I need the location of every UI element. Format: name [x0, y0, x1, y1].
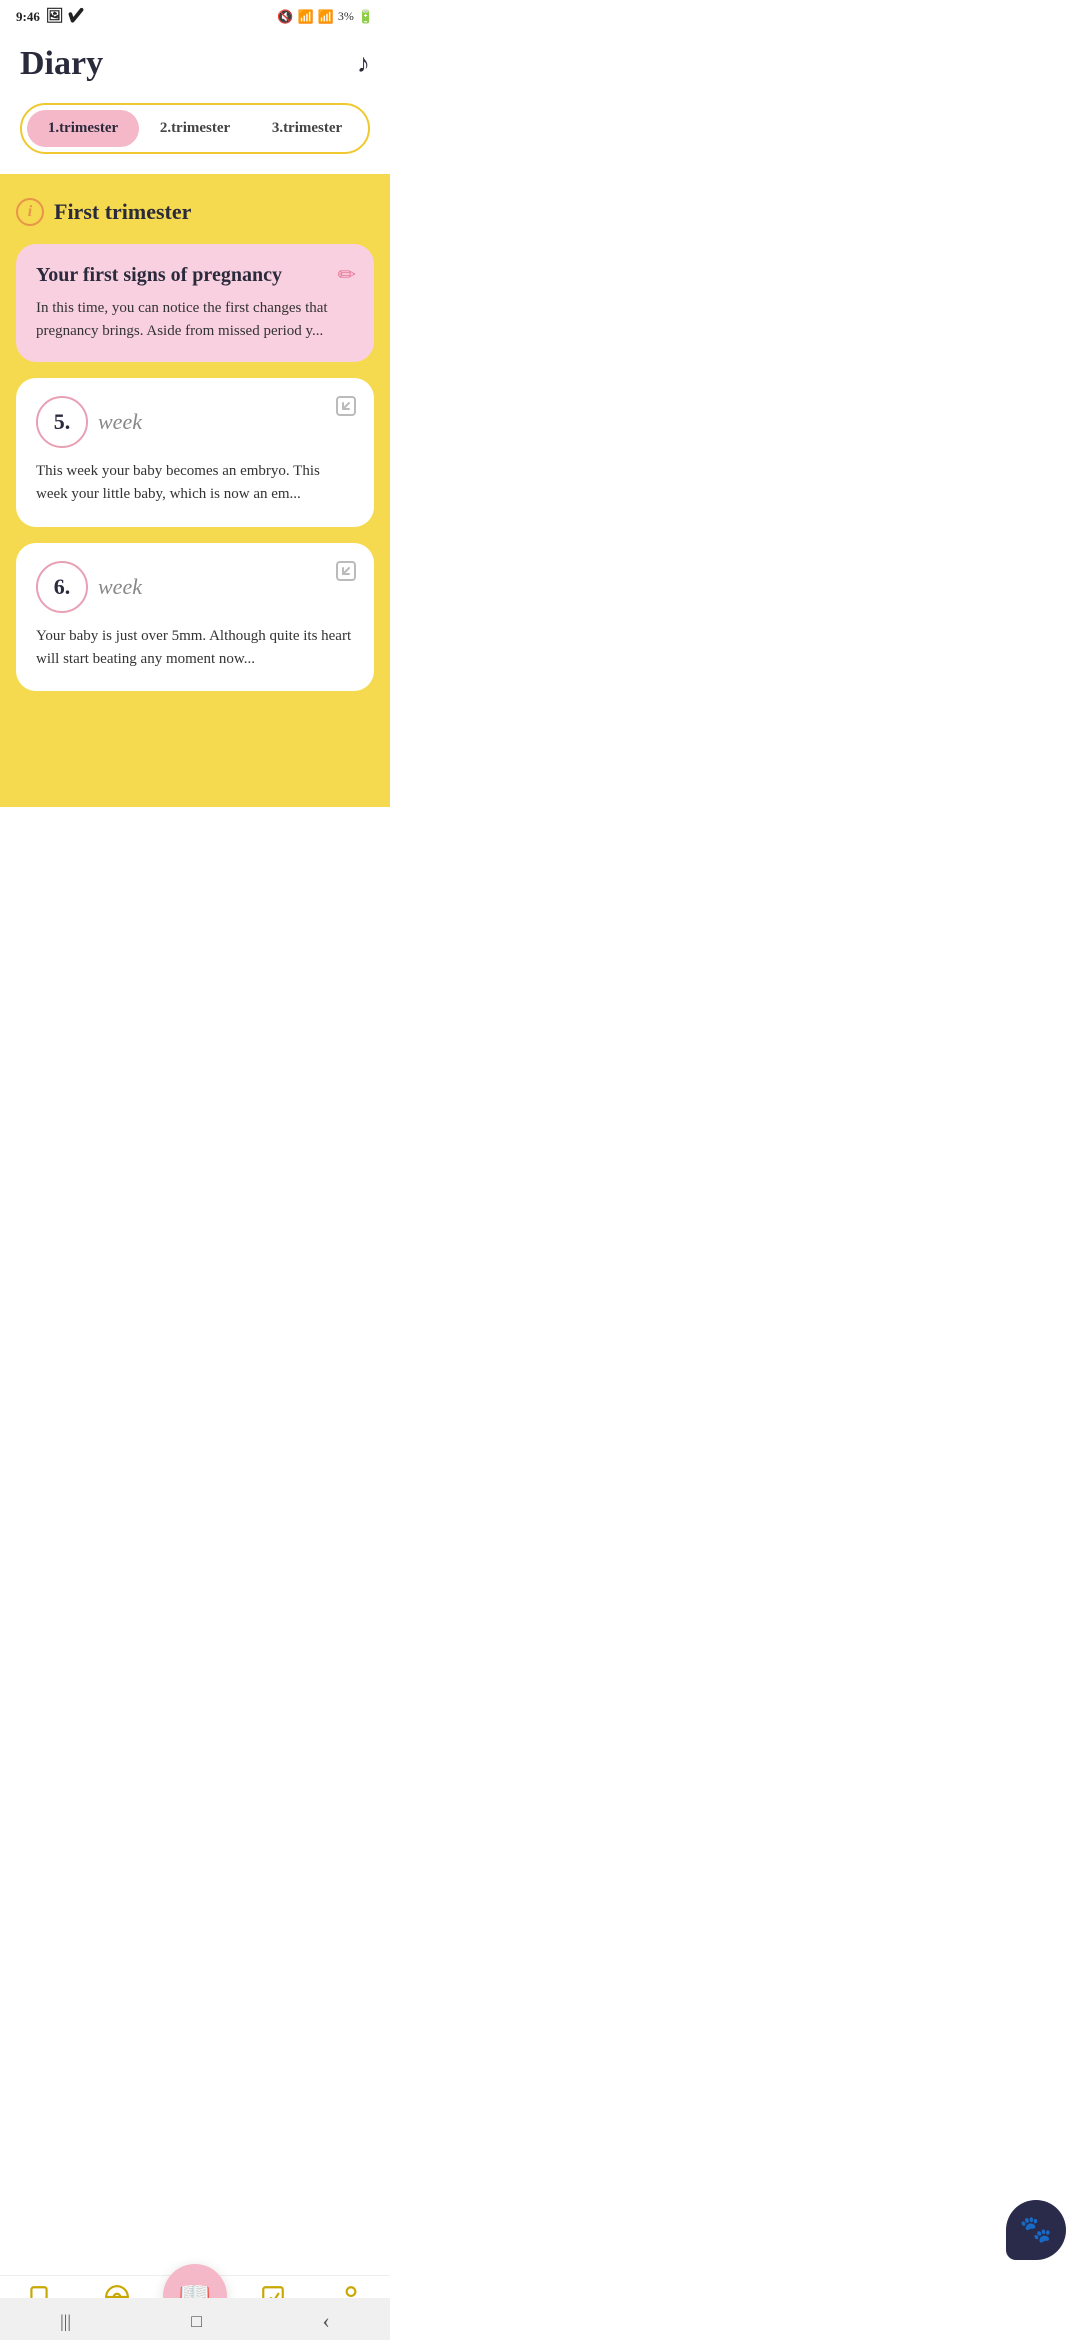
android-nav-bar: ||| □ ‹ — [0, 2298, 390, 2340]
pregnancy-signs-title: Your first signs of pregnancy — [36, 264, 354, 287]
week-6-header: 6. week — [36, 561, 354, 613]
tab-3-trimester[interactable]: 3.trimester — [251, 110, 363, 147]
notification-icons: 🖼 ✔ — [46, 8, 85, 25]
status-right-icons: 🔇 📶 📶 3% 🔋 — [277, 9, 374, 25]
signal-icon: 📶 — [318, 9, 334, 25]
week-6-number: 6. — [36, 561, 88, 613]
week-5-card: 5. week This week your baby becomes an e… — [16, 378, 374, 527]
week-6-text: Your baby is just over 5mm. Although qui… — [36, 625, 354, 672]
mute-icon: 🔇 — [277, 9, 293, 25]
week-5-edit-icon[interactable] — [334, 394, 358, 424]
week-6-card: 6. week Your baby is just over 5mm. Alth… — [16, 543, 374, 692]
section-heading: i First trimester — [16, 198, 374, 226]
week-6-label: week — [98, 574, 142, 600]
android-recents-button[interactable]: ||| — [60, 2311, 71, 2332]
week-5-label: week — [98, 409, 142, 435]
battery-icon: 🔋 — [358, 9, 374, 25]
info-icon: i — [16, 198, 44, 226]
week-5-header: 5. week — [36, 396, 354, 448]
section-title: First trimester — [54, 199, 191, 225]
week-5-text: This week your baby becomes an embryo. T… — [36, 460, 354, 507]
status-bar: 9:46 🖼 ✔ 🔇 📶 📶 3% 🔋 — [0, 0, 390, 29]
pregnancy-signs-edit-icon[interactable]: ✏ — [338, 262, 356, 288]
music-icon[interactable]: ♪ — [357, 49, 370, 79]
tab-2-trimester[interactable]: 2.trimester — [139, 110, 251, 147]
android-back-button[interactable]: ‹ — [323, 2308, 330, 2334]
pregnancy-signs-text: In this time, you can notice the first c… — [36, 297, 354, 342]
header: Diary ♪ — [0, 29, 390, 95]
yellow-content-section: i First trimester Your first signs of pr… — [0, 174, 390, 807]
pregnancy-signs-card: Your first signs of pregnancy In this ti… — [16, 244, 374, 362]
week-5-number: 5. — [36, 396, 88, 448]
time-display: 9:46 — [16, 9, 40, 25]
trimester-tab-group: 1.trimester 2.trimester 3.trimester — [20, 103, 370, 154]
android-home-button[interactable]: □ — [191, 2311, 202, 2332]
page-title: Diary — [20, 45, 103, 83]
week-6-edit-icon[interactable] — [334, 559, 358, 589]
tab-1-trimester[interactable]: 1.trimester — [27, 110, 139, 147]
wifi-icon: 📶 — [297, 9, 313, 25]
status-time: 9:46 🖼 ✔ — [16, 8, 85, 25]
battery-percent: 3% — [338, 9, 354, 24]
